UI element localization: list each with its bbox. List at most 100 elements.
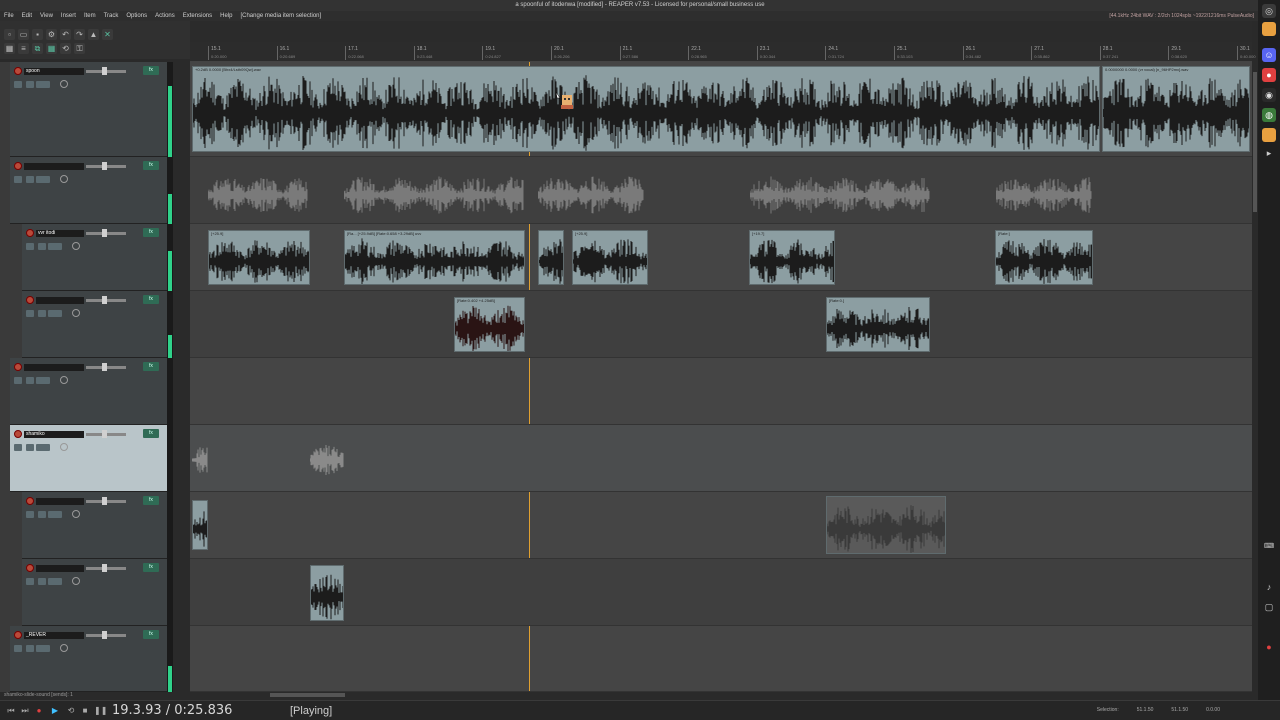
settings-icon[interactable]: ⚙ (46, 29, 57, 40)
chrome-icon[interactable]: ◍ (1262, 108, 1276, 122)
media-item[interactable]: [Rate:0.] (826, 297, 930, 352)
menu-track[interactable]: Track (100, 11, 123, 21)
go-to-start-icon[interactable]: ⏮ (6, 706, 16, 716)
pan-knob[interactable] (60, 443, 68, 451)
folder-icon[interactable] (1262, 128, 1276, 142)
loop-icon[interactable]: ⟲ (60, 43, 71, 54)
media-item[interactable]: [Rate:0.402 +4.25dB] (454, 297, 525, 352)
arrange-view[interactable]: +0.2dB 0.0000 [Bhx4/Lsth09Qw].wav 0.00000… (190, 62, 1252, 692)
app-menu-icon[interactable]: ◎ (1262, 4, 1276, 18)
media-item[interactable] (192, 500, 208, 550)
fx-button[interactable]: fx (143, 630, 159, 639)
track-header[interactable]: spoon fx (10, 62, 167, 157)
fx-button[interactable]: fx (143, 563, 159, 572)
volume-fader-handle[interactable] (102, 564, 107, 572)
record-arm-button[interactable] (14, 631, 22, 639)
pan-knob[interactable] (60, 175, 68, 183)
undo-icon[interactable]: ↶ (60, 29, 71, 40)
track-name[interactable]: vvr itodi (36, 230, 84, 237)
fx-button[interactable]: fx (143, 228, 159, 237)
input-select-button[interactable] (38, 243, 46, 250)
volume-fader-handle[interactable] (102, 296, 107, 304)
input-select-button[interactable] (26, 377, 34, 384)
track-header[interactable]: fx (10, 358, 167, 425)
record-arm-button[interactable] (26, 296, 34, 304)
monitor-button[interactable] (26, 511, 34, 518)
route-button[interactable] (36, 444, 50, 451)
monitor-button[interactable] (14, 645, 22, 652)
monitor-button[interactable] (14, 81, 22, 88)
save-project-icon[interactable]: ▪ (32, 29, 43, 40)
record-button-icon[interactable]: ● (34, 706, 44, 716)
menu-options[interactable]: Options (122, 11, 151, 21)
route-button[interactable] (48, 310, 62, 317)
route-button[interactable] (48, 578, 62, 585)
fx-button[interactable]: fx (143, 362, 159, 371)
media-item[interactable]: +0.2dB 0.0000 [Bhx4/Lsth09Qw].wav (192, 66, 1100, 152)
volume-fader-handle[interactable] (102, 67, 107, 75)
media-item[interactable] (310, 437, 344, 477)
record-arm-button[interactable] (26, 564, 34, 572)
track-lane[interactable] (190, 559, 1252, 626)
fx-button[interactable]: fx (143, 496, 159, 505)
microphone-icon[interactable]: ● (1262, 640, 1276, 654)
monitor-button[interactable] (14, 444, 22, 451)
menu-edit[interactable]: Edit (18, 11, 36, 21)
route-button[interactable] (36, 176, 50, 183)
record-arm-button[interactable] (26, 497, 34, 505)
media-item[interactable] (310, 565, 344, 621)
timeline-ruler[interactable]: 15.1 0:20.000 16.1 0:20.689 17.1 0:22.068 18.1… (190, 42, 1256, 62)
track-header[interactable]: fx (22, 559, 167, 626)
track-header[interactable]: fx (10, 157, 167, 224)
input-select-button[interactable] (38, 310, 46, 317)
media-item[interactable] (538, 230, 564, 285)
record-arm-button[interactable] (14, 67, 22, 75)
record-arm-button[interactable] (14, 430, 22, 438)
horizontal-scroll-thumb[interactable] (270, 693, 345, 697)
media-item[interactable]: [+25.9] (572, 230, 648, 285)
pan-knob[interactable] (72, 242, 80, 250)
item-grouping-icon[interactable]: ⧉ (32, 43, 43, 54)
volume-fader-handle[interactable] (102, 229, 107, 237)
input-select-button[interactable] (38, 578, 46, 585)
volume-fader-handle[interactable] (102, 363, 107, 371)
media-item[interactable]: [Rate:] (995, 230, 1093, 285)
route-button[interactable] (36, 377, 50, 384)
menu-actions[interactable]: Actions (151, 11, 179, 21)
volume-fader-handle[interactable] (102, 497, 107, 505)
lock-icon[interactable]: ⚿ (74, 43, 85, 54)
fx-button[interactable]: fx (143, 66, 159, 75)
ruler-region-lane[interactable] (190, 21, 1252, 42)
route-button[interactable] (36, 81, 50, 88)
bell-icon[interactable]: ♪ (1262, 580, 1276, 594)
record-arm-button[interactable] (14, 363, 22, 371)
media-item[interactable] (192, 437, 208, 477)
go-to-end-icon[interactable]: ⏭ (20, 706, 30, 716)
media-item[interactable]: [Ra... [+25.9dB] [Rate:0.658 +3.29dB] uv… (344, 230, 525, 285)
volume-fader-handle[interactable] (102, 162, 107, 170)
keyboard-icon[interactable]: ⌨ (1262, 540, 1276, 554)
monitor-button[interactable] (14, 377, 22, 384)
vertical-scroll-thumb[interactable] (1253, 72, 1257, 212)
track-header[interactable]: fx (22, 492, 167, 559)
media-item[interactable] (344, 169, 524, 215)
media-item[interactable] (538, 169, 644, 215)
repeat-icon[interactable]: ⟲ (66, 706, 76, 716)
track-name[interactable] (24, 364, 84, 371)
selection-start[interactable]: 51.1.50 (1137, 707, 1154, 713)
track-header[interactable]: _REVER fx (10, 626, 167, 692)
horizontal-scrollbar[interactable] (190, 692, 1252, 698)
menu-item[interactable]: Item (80, 11, 100, 21)
media-item[interactable] (208, 169, 308, 215)
input-select-button[interactable] (26, 81, 34, 88)
volume-fader-handle[interactable] (102, 631, 107, 639)
track-lane[interactable] (190, 358, 1252, 425)
pan-knob[interactable] (72, 510, 80, 518)
route-button[interactable] (48, 511, 62, 518)
media-item[interactable] (826, 496, 946, 554)
volume-fader-handle[interactable] (102, 430, 107, 438)
ripple-icon[interactable]: ≡ (18, 43, 29, 54)
browser-icon[interactable]: ● (1262, 68, 1276, 82)
input-select-button[interactable] (26, 176, 34, 183)
menu-file[interactable]: File (0, 11, 18, 21)
